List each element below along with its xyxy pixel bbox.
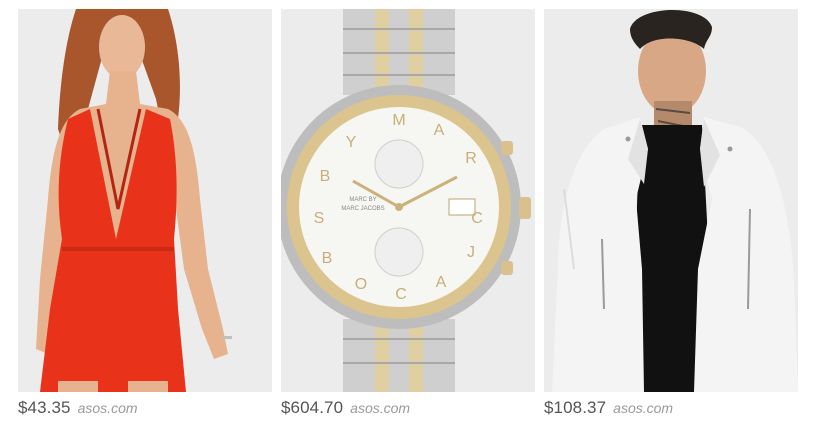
product-meta: $108.37 asos.com [544,398,673,420]
playsuit-illustration [18,9,272,392]
watch-brand-line1: MARC BY [349,197,376,203]
product-meta: $604.70 asos.com [281,398,410,420]
watch-brand-line2: MARC JACOBS [341,206,384,212]
watch-illustration: M A R C J A C O B S B Y MARC BY MARC JAC… [281,9,535,392]
product-image-watch[interactable]: M A R C J A C O B S B Y MARC BY MARC JAC… [281,9,535,392]
svg-text:M: M [392,112,405,129]
svg-text:O: O [355,276,367,293]
svg-text:R: R [465,150,477,167]
product-card[interactable]: $108.37 asos.com [544,9,798,419]
product-price: $43.35 [18,398,71,417]
product-price: $604.70 [281,398,344,417]
product-image-jacket[interactable] [544,9,798,392]
product-card[interactable]: $43.35 asos.com [18,9,272,419]
product-price: $108.37 [544,398,607,417]
svg-text:C: C [395,286,407,303]
product-grid: $43.35 asos.com M A R C J A C O B S B Y … [0,0,826,421]
svg-text:A: A [436,274,447,291]
product-card[interactable]: M A R C J A C O B S B Y MARC BY MARC JAC… [281,9,535,419]
svg-text:S: S [314,210,325,227]
svg-text:Y: Y [346,134,357,151]
svg-text:A: A [434,122,445,139]
product-store-link[interactable]: asos.com [78,400,138,416]
jacket-illustration [544,9,798,392]
product-image-playsuit[interactable] [18,9,272,392]
product-store-link[interactable]: asos.com [613,400,673,416]
product-meta: $43.35 asos.com [18,398,138,420]
product-store-link[interactable]: asos.com [350,400,410,416]
svg-text:B: B [320,168,331,185]
svg-text:J: J [467,244,475,261]
svg-text:B: B [322,250,333,267]
svg-text:C: C [471,210,483,227]
